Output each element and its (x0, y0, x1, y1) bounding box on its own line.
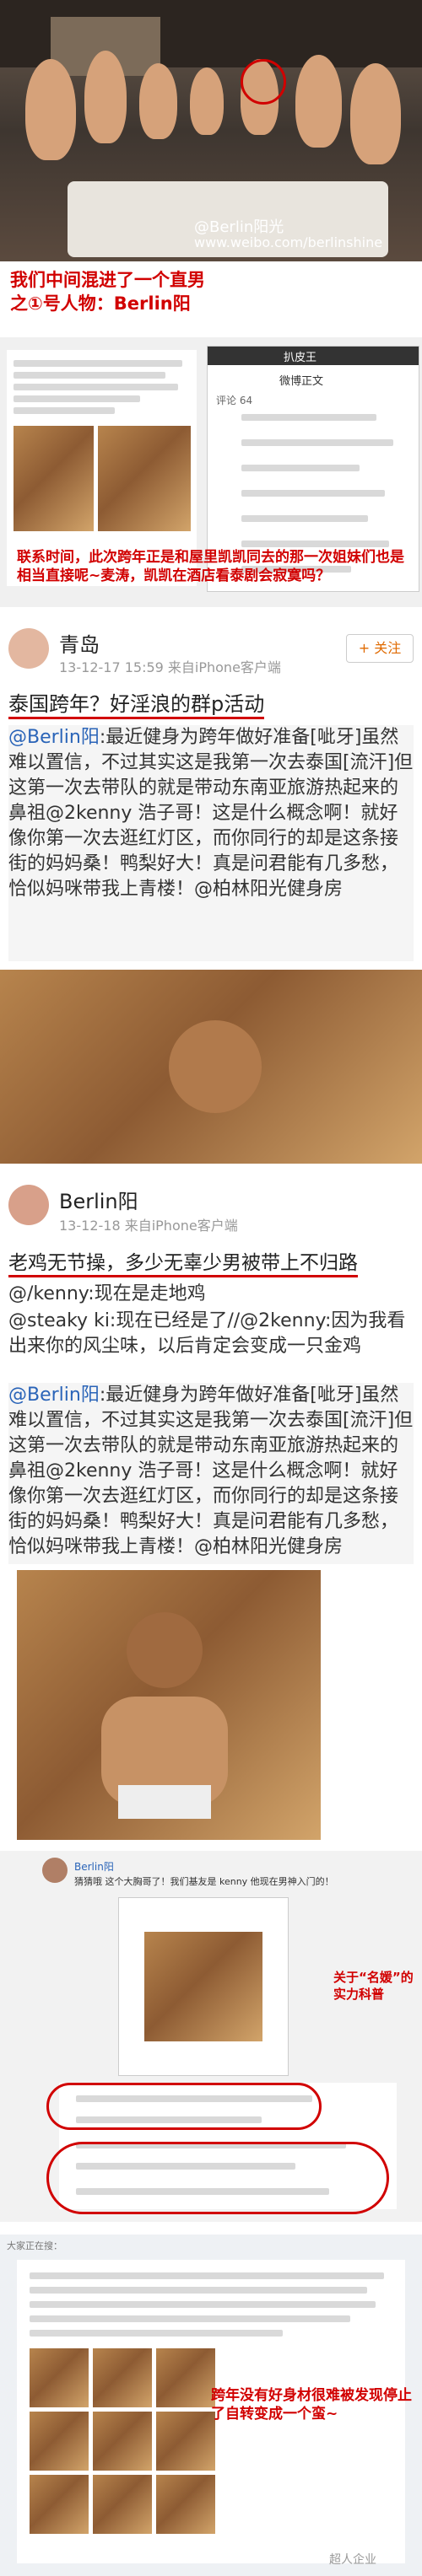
post1-location: 青岛 (59, 633, 100, 657)
screenshot-pair: 扒皮王 微博正文 评论 64 联系时间，此次跨年正是和屋里凯凯同去的那一次姐妹们… (0, 337, 422, 607)
grid-photo (30, 2412, 89, 2471)
person (190, 67, 224, 135)
post1-body: @Berlin阳:最近健身为跨年做好准备[呲牙]虽然难以置信，不过其实这是我第一… (8, 725, 414, 961)
post2-meta: 13-12-18 来自iPhone客户端 (59, 1218, 238, 1234)
person (295, 55, 342, 148)
caption-line2: 之①号人物：Berlin阳 (10, 293, 191, 314)
section5-annotation: 跨年没有好身材很难被发现停止了自转变成一个蛮~ (211, 2387, 412, 2423)
grid-photo (93, 2475, 152, 2534)
post2-line2: @/kenny:现在是走地鸡 (8, 1283, 206, 1304)
photo-thumb (98, 426, 191, 531)
watermark-url: www.weibo.com/berlinshine (194, 234, 383, 250)
section5-screenshot: 大家正在搜： 跨年没有好身材很难被发现停止了自转变成一个蛮~ 超人企业 (0, 2235, 422, 2576)
avatar (8, 628, 49, 669)
screenshot-tab: 微博正文 (279, 375, 324, 388)
post1-photo (0, 970, 422, 1164)
post1-meta: 13-12-17 15:59 来自iPhone客户端 (59, 659, 281, 675)
grid-photo (156, 2348, 215, 2407)
post2-line3: @steaky ki:现在已经是了//@2kenny:因为我看出来你的风尘味，以… (8, 1310, 406, 1357)
person (84, 51, 127, 143)
section4-annotation: 关于“名媛”的实力科普 (333, 1970, 414, 2002)
person (350, 63, 401, 164)
person (25, 59, 76, 160)
highlight-circle (241, 59, 286, 105)
overlay-caption: 联系时间，此次跨年正是和屋里凯凯同去的那一次姐妹们也是相当直接呢~麦涛，凯凯在酒… (17, 549, 404, 584)
post-image (144, 1932, 262, 2041)
screenshot-meta: 评论 64 (216, 395, 253, 406)
post2-name: Berlin阳 (59, 1190, 138, 1213)
section5-tab: 大家正在搜： (7, 2240, 62, 2251)
footer-logo: 超人企业 (329, 2553, 376, 2567)
grid-photo (30, 2475, 89, 2534)
post2-headline: 老鸡无节操，多少无辜少男被带上不归路 (8, 1246, 358, 1277)
section4-text: 猜猜哦 这个大胸哥了！我们基友是 kenny 他现在男神入门的！ (74, 1876, 334, 1887)
highlight-oval (46, 2083, 322, 2130)
follow-button[interactable]: + 关注 (346, 634, 414, 663)
grid-photo (30, 2348, 89, 2407)
highlight-oval (46, 2142, 389, 2214)
person (139, 63, 177, 139)
grid-photo (93, 2348, 152, 2407)
post2-body: @Berlin阳:最近健身为跨年做好准备[呲牙]虽然难以置信，不过其实这是我第一… (8, 1383, 414, 1564)
group-dinner-photo: @Berlin阳光 www.weibo.com/berlinshine (0, 0, 422, 261)
grid-photo (156, 2475, 215, 2534)
grid-photo (156, 2412, 215, 2471)
section4-name: Berlin阳 (74, 1861, 114, 1873)
avatar (42, 1858, 68, 1883)
post1-headline: 泰国跨年？好淫浪的群p活动 (8, 687, 265, 719)
caption-line1: 我们中间混进了一个直男 (10, 270, 205, 290)
screenshot-header: 扒皮王 (284, 352, 317, 364)
avatar (8, 1185, 49, 1225)
photo-thumb (14, 426, 94, 531)
section4-screenshot: Berlin阳 猜猜哦 这个大胸哥了！我们基友是 kenny 他现在男神入门的！… (0, 1851, 422, 2222)
grid-photo (93, 2412, 152, 2471)
post2-photo (17, 1570, 321, 1840)
page: @Berlin阳光 www.weibo.com/berlinshine 我们中间… (0, 0, 422, 2576)
